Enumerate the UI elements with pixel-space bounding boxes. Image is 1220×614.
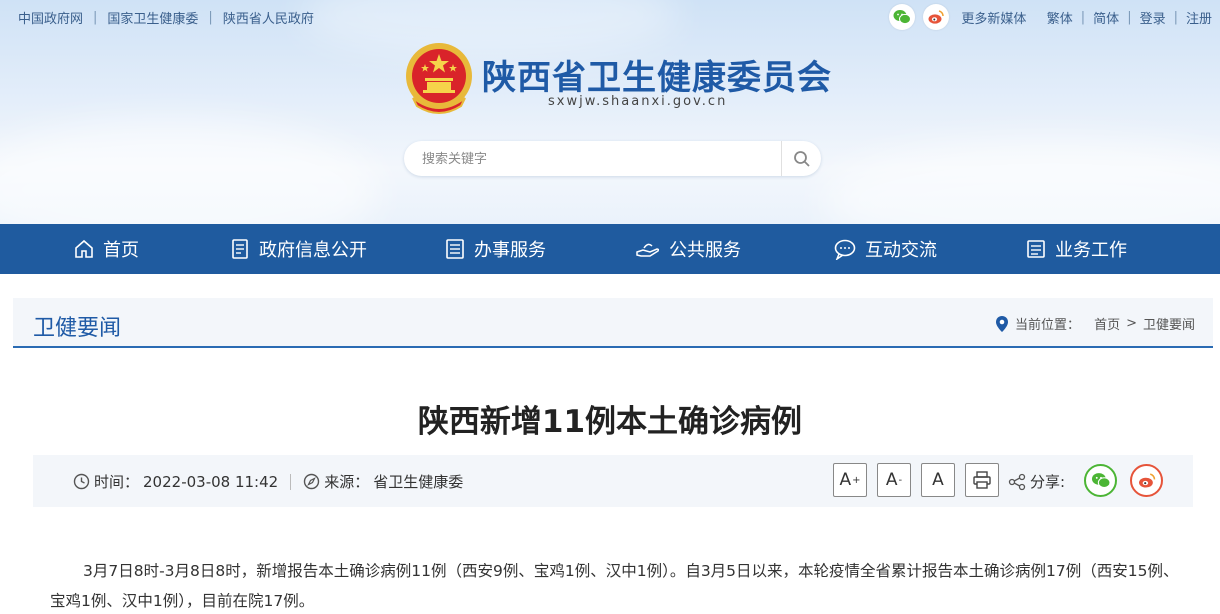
share-wechat-button[interactable]	[1084, 464, 1117, 497]
divider: |	[1127, 9, 1132, 25]
wechat-icon	[1091, 473, 1111, 489]
share-weibo-button[interactable]	[1130, 464, 1163, 497]
nav-gov-info[interactable]: 政府信息公开	[229, 224, 367, 274]
breadcrumb: 当前位置： 首页 > 卫健要闻	[995, 314, 1195, 333]
font-button-label: A	[932, 470, 944, 490]
site-url: sxwjw.shaanxi.gov.cn	[548, 94, 728, 109]
section-header: 卫健要闻 当前位置： 首页 > 卫健要闻	[13, 298, 1213, 348]
list-icon	[446, 239, 464, 259]
font-decrease-button[interactable]: A-	[877, 463, 911, 497]
font-button-label: A	[885, 470, 898, 490]
top-link-gov[interactable]: 中国政府网	[18, 8, 83, 27]
nav-label: 政府信息公开	[259, 240, 367, 261]
divider: |	[208, 10, 213, 25]
share-area: 分享:	[1008, 471, 1065, 492]
more-media-link[interactable]: 更多新媒体	[961, 8, 1026, 27]
article-body: 3月7日8时-3月8日8时，新增报告本土确诊病例11例（西安9例、宝鸡1例、汉中…	[50, 562, 1179, 610]
search-button[interactable]	[781, 141, 821, 176]
search-input[interactable]	[422, 149, 762, 169]
nav-label: 首页	[103, 240, 139, 261]
clock-icon	[73, 473, 90, 490]
wechat-icon[interactable]	[889, 4, 916, 30]
compass-icon	[303, 473, 320, 490]
print-button[interactable]	[965, 463, 999, 497]
nav-public-services[interactable]: 公共服务	[635, 224, 741, 274]
header-banner: 中国政府网 | 国家卫生健康委 | 陕西省人民政府 更多新媒体 | 繁体 | 简…	[0, 0, 1220, 224]
weibo-icon[interactable]	[923, 4, 950, 30]
home-icon	[75, 239, 93, 258]
hand-icon	[636, 243, 660, 257]
article-title: 陕西新增11例本土确诊病例	[417, 404, 803, 440]
search-icon	[793, 150, 810, 167]
national-emblem	[403, 40, 475, 118]
nav-services[interactable]: 办事服务	[444, 224, 546, 274]
font-increase-button[interactable]: A +	[833, 463, 867, 497]
nav-label: 互动交流	[865, 240, 937, 261]
divider: |	[1173, 9, 1178, 25]
article-meta: 时间： 2022-03-08 11:42 来源： 省卫生健康委	[73, 471, 463, 492]
breadcrumb-current[interactable]: 卫健要闻	[1143, 314, 1195, 333]
font-reset-button[interactable]: A	[921, 463, 955, 497]
source-value: 省卫生健康委	[373, 473, 464, 491]
nav-interaction[interactable]: 互动交流	[833, 224, 937, 274]
plus-icon: +	[852, 474, 861, 486]
simplified-link[interactable]: 简体	[1093, 8, 1119, 27]
folder-icon	[1027, 240, 1045, 258]
divider	[290, 473, 292, 490]
time-label: 时间：	[94, 473, 140, 491]
breadcrumb-prefix: 当前位置：	[1015, 318, 1081, 333]
site-title: 陕西省卫生健康委员会	[482, 58, 832, 98]
source: 来源： 省卫生健康委	[303, 471, 463, 492]
weibo-icon	[1138, 473, 1155, 488]
section-title: 卫健要闻	[33, 316, 122, 341]
nav-business[interactable]: 业务工作	[1025, 224, 1127, 274]
divider: |	[93, 10, 98, 25]
breadcrumb-home[interactable]: 首页	[1094, 314, 1120, 333]
article-meta-bar: 时间： 2022-03-08 11:42 来源： 省卫生健康委 A + A- A 分享…	[33, 455, 1193, 507]
minus-icon: -	[898, 474, 903, 486]
divider: |	[1080, 9, 1086, 25]
time-value: 2022-03-08 11:42	[143, 472, 279, 491]
top-link-province[interactable]: 陕西省人民政府	[223, 8, 314, 27]
breadcrumb-separator: >	[1126, 316, 1137, 331]
top-link-nhc[interactable]: 国家卫生健康委	[107, 8, 198, 27]
share-label: 分享:	[1030, 473, 1066, 491]
source-label: 来源：	[324, 473, 370, 491]
nav-home[interactable]: 首页	[73, 224, 139, 274]
font-button-label: A	[839, 470, 852, 490]
share-icon	[1008, 473, 1026, 490]
traditional-link[interactable]: 繁体	[1047, 8, 1073, 27]
nav-label: 办事服务	[474, 240, 546, 261]
search-box	[404, 141, 821, 176]
nav-label: 业务工作	[1055, 240, 1127, 261]
nav-label: 公共服务	[669, 240, 741, 261]
top-links: 中国政府网 | 国家卫生健康委 | 陕西省人民政府	[18, 8, 314, 27]
main-nav: 首页 政府信息公开 办事服务 公共服务 互动交流 业务工作	[0, 224, 1220, 274]
login-link[interactable]: 登录	[1140, 8, 1166, 27]
publish-time: 时间： 2022-03-08 11:42	[73, 471, 278, 492]
top-right-bar: 更多新媒体 | 繁体 | 简体 | 登录 | 注册	[889, 4, 1212, 30]
document-icon	[232, 239, 248, 259]
register-link[interactable]: 注册	[1186, 8, 1212, 27]
printer-icon	[973, 471, 991, 489]
location-pin-icon	[996, 315, 1009, 332]
chat-icon	[834, 239, 856, 260]
